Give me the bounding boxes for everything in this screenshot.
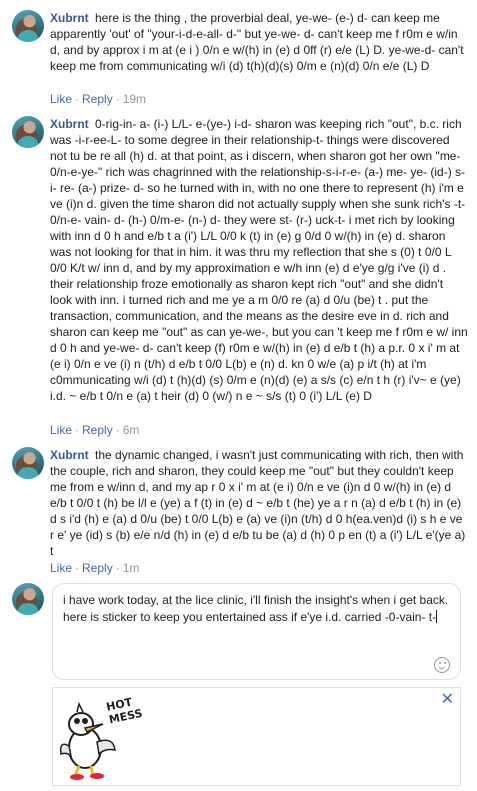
- like-link[interactable]: Like: [50, 423, 72, 437]
- separator: ·: [115, 423, 120, 437]
- comment-author[interactable]: Xubrnt: [50, 448, 89, 462]
- emoji-icon[interactable]: [434, 657, 450, 673]
- comment-meta: Like · Reply · 6m: [50, 423, 139, 437]
- comment-body: Xubrnt here is the thing , the proverbia…: [50, 10, 468, 74]
- comment-text: the dynamic changed, i wasn't just commu…: [50, 448, 466, 558]
- separator: ·: [75, 423, 80, 437]
- separator: ·: [75, 92, 80, 106]
- comment-time[interactable]: 19m: [123, 92, 146, 106]
- comment-text: here is the thing , the proverbial deal,…: [50, 11, 464, 73]
- composer-avatar: [12, 583, 44, 615]
- reply-link[interactable]: Reply: [82, 423, 113, 437]
- composer-input[interactable]: i have work today, at the lice clinic, i…: [63, 592, 453, 626]
- comment-body: Xubrnt the dynamic changed, i wasn't jus…: [50, 447, 468, 559]
- separator: ·: [75, 561, 80, 575]
- comment-time[interactable]: 6m: [123, 423, 140, 437]
- sticker-preview: ✕ HOT MESS: [52, 687, 461, 786]
- avatar[interactable]: [12, 447, 44, 479]
- comment-body: Xubrnt 0-rig-in- a- (i-) L/L- e-(ye-) i-…: [50, 116, 468, 404]
- reply-composer[interactable]: i have work today, at the lice clinic, i…: [52, 583, 461, 680]
- like-link[interactable]: Like: [50, 92, 72, 106]
- separator: ·: [115, 561, 120, 575]
- composer-text: i have work today, at the lice clinic, i…: [63, 593, 449, 624]
- comment-author[interactable]: Xubrnt: [50, 11, 89, 25]
- reply-link[interactable]: Reply: [82, 561, 113, 575]
- reply-link[interactable]: Reply: [82, 92, 113, 106]
- separator: ·: [115, 92, 120, 106]
- text-caret: [436, 610, 438, 623]
- comment-meta: Like · Reply · 19m: [50, 92, 146, 106]
- close-icon[interactable]: ✕: [441, 692, 454, 708]
- smile-mouth: [438, 665, 445, 669]
- comment-author[interactable]: Xubrnt: [50, 117, 89, 131]
- avatar[interactable]: [12, 10, 44, 42]
- comment-time[interactable]: 1m: [123, 561, 140, 575]
- like-link[interactable]: Like: [50, 561, 72, 575]
- hot-mess-sticker: HOT MESS: [59, 695, 144, 780]
- comment-meta: Like · Reply · 1m: [50, 561, 139, 575]
- avatar[interactable]: [12, 116, 44, 148]
- comment-text: 0-rig-in- a- (i-) L/L- e-(ye-) i-d- shar…: [50, 117, 468, 403]
